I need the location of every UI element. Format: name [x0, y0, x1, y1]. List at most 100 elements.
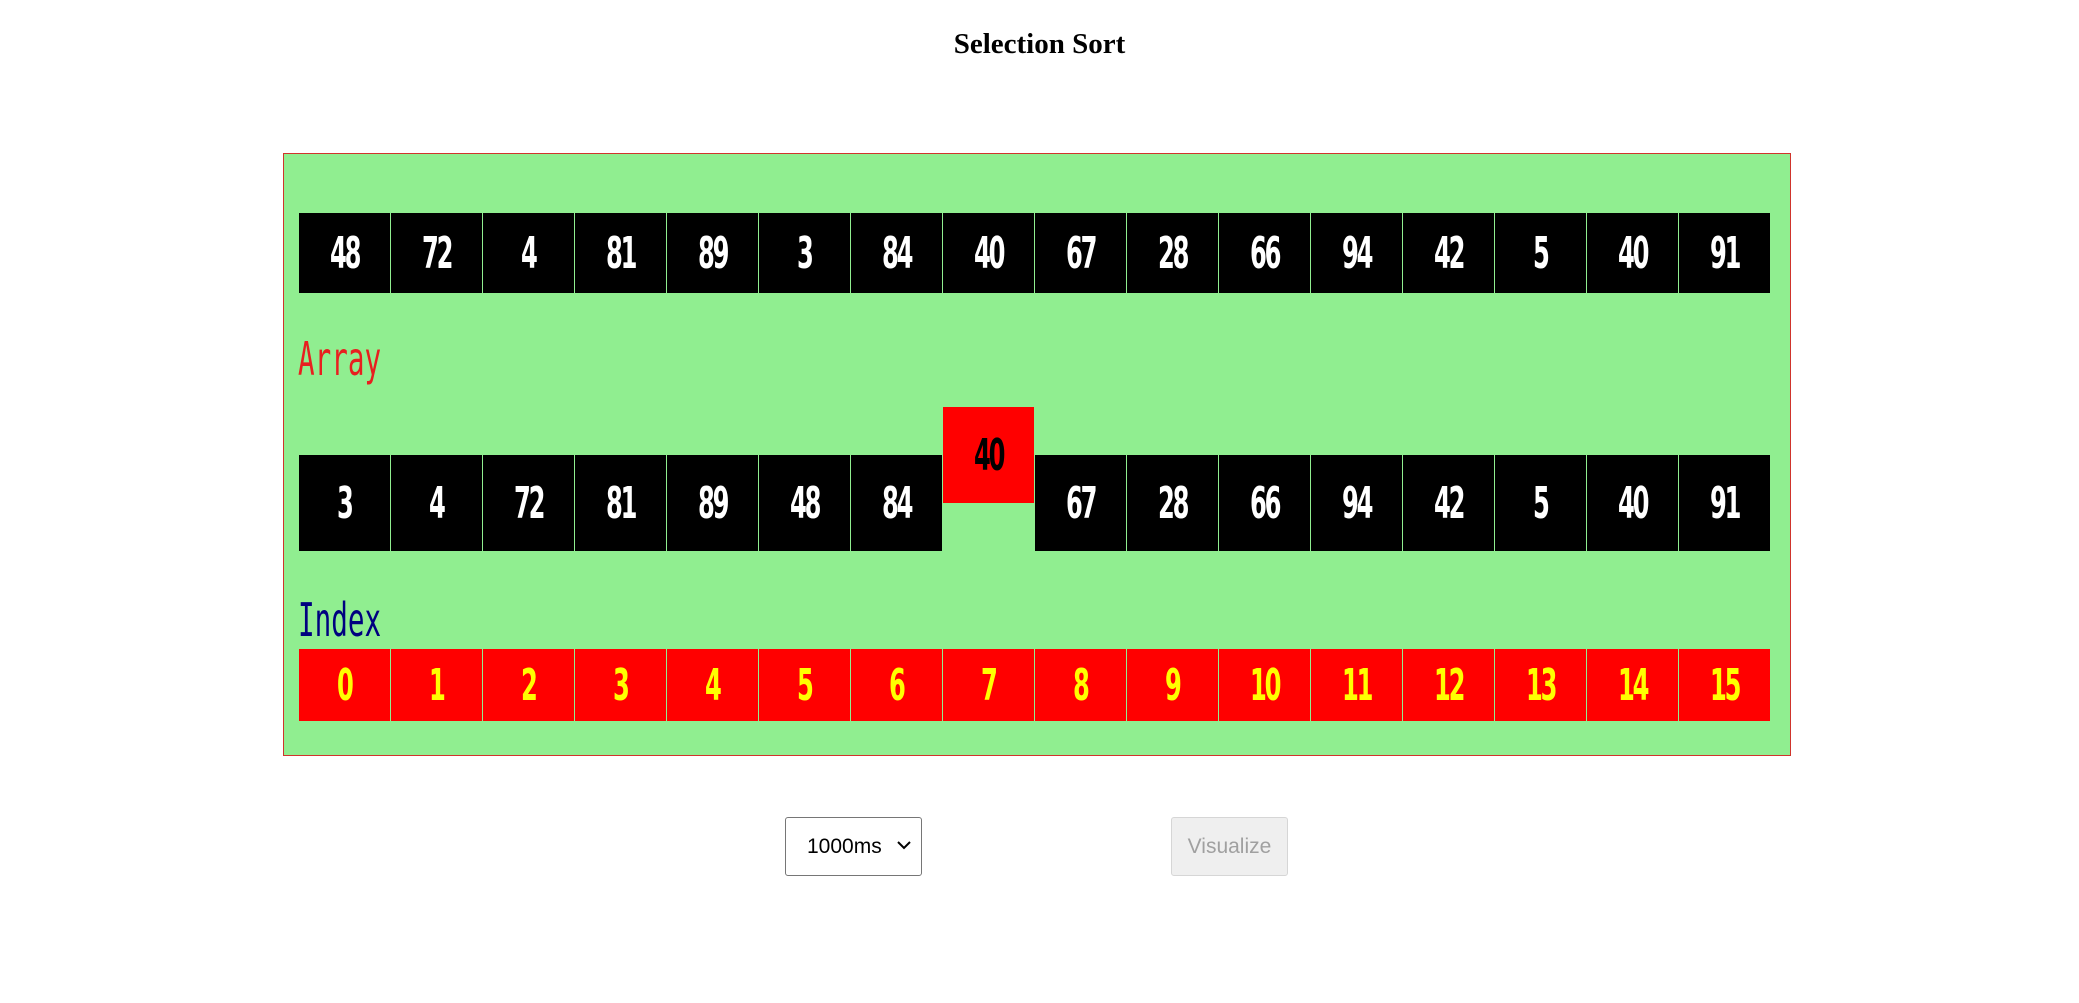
sorting-array-cell-value: 66: [1249, 477, 1281, 529]
sorting-array-cell: 4: [391, 455, 482, 551]
index-cell: 14: [1587, 649, 1678, 721]
index-cell-value: 2: [521, 659, 538, 711]
top-array-cell: 72: [391, 213, 482, 293]
chevron-down-icon: [897, 841, 911, 850]
top-array-cell-value: 40: [1617, 227, 1649, 279]
index-cell-value: 5: [797, 659, 814, 711]
sorting-array-cell-value: 40: [1617, 477, 1649, 529]
sorting-array-cell: 84: [851, 455, 942, 551]
top-array-cell-value: 40: [973, 227, 1005, 279]
index-cell: 1: [391, 649, 482, 721]
sorting-array-cell-value: 28: [1157, 477, 1189, 529]
index-cell: 8: [1035, 649, 1126, 721]
top-array-cell: 40: [1587, 213, 1678, 293]
top-array-cell-value: 5: [1533, 227, 1550, 279]
top-array-cell: 48: [299, 213, 390, 293]
top-array-cell-value: 66: [1249, 227, 1281, 279]
sorting-array-cell: 3: [299, 455, 390, 551]
top-array-cell-value: 3: [797, 227, 814, 279]
index-cell: 13: [1495, 649, 1586, 721]
top-array-cell: 94: [1311, 213, 1402, 293]
top-array-cell: 84: [851, 213, 942, 293]
top-array-cell: 5: [1495, 213, 1586, 293]
top-array-cell: 67: [1035, 213, 1126, 293]
top-array-cell: 81: [575, 213, 666, 293]
index-cell-value: 6: [889, 659, 906, 711]
index-cell-value: 12: [1433, 659, 1465, 711]
index-cell: 11: [1311, 649, 1402, 721]
sorting-array-cell-value: 5: [1533, 477, 1550, 529]
top-array-cell: 89: [667, 213, 758, 293]
sorting-array-cell-value: 72: [513, 477, 545, 529]
index-cell: 7: [943, 649, 1034, 721]
visualize-button[interactable]: Visualize: [1171, 817, 1288, 876]
sorting-array-cell-value: 81: [605, 477, 637, 529]
top-array-cell-value: 94: [1341, 227, 1373, 279]
sorting-array-cell: 40: [1587, 455, 1678, 551]
sorting-array-cell: 81: [575, 455, 666, 551]
index-cell: 5: [759, 649, 850, 721]
index-cell-value: 13: [1525, 659, 1557, 711]
index-cell: 9: [1127, 649, 1218, 721]
index-label: Index: [298, 593, 382, 647]
index-cell-value: 14: [1617, 659, 1649, 711]
index-cell: 12: [1403, 649, 1494, 721]
top-array-cell: 40: [943, 213, 1034, 293]
top-array-cell-value: 72: [421, 227, 453, 279]
page-title: Selection Sort: [953, 28, 1126, 60]
sorting-array-cell: 40: [943, 407, 1034, 503]
sorting-array-cell-value: 91: [1709, 477, 1741, 529]
top-array-cell-value: 67: [1065, 227, 1097, 279]
top-array-cell: 3: [759, 213, 850, 293]
visualization-panel: 48 72 4 81 89 3 84 40 67 28 66 94 42 5 40 91 Array 3 4 72…: [283, 153, 1791, 756]
sorting-array-cell-value: 40: [973, 429, 1005, 481]
sorting-array-cell-value: 89: [697, 477, 729, 529]
index-cell-value: 10: [1249, 659, 1281, 711]
index-cell-value: 7: [981, 659, 998, 711]
sorting-array-cell: 72: [483, 455, 574, 551]
speed-select-value: 1000ms: [807, 834, 882, 858]
index-cell: 4: [667, 649, 758, 721]
index-cell: 15: [1679, 649, 1770, 721]
sorting-array-cell-value: 67: [1065, 477, 1097, 529]
array-label: Array: [298, 332, 382, 386]
index-cell-value: 1: [429, 659, 446, 711]
index-cell-value: 9: [1165, 659, 1182, 711]
index-cell: 0: [299, 649, 390, 721]
sorting-array-cell-value: 4: [429, 477, 446, 529]
top-array-cell: 4: [483, 213, 574, 293]
index-cell: 10: [1219, 649, 1310, 721]
sorting-array-cell: 66: [1219, 455, 1310, 551]
index-cell-value: 8: [1073, 659, 1090, 711]
top-array-cell-value: 48: [329, 227, 361, 279]
top-array-cell: 42: [1403, 213, 1494, 293]
index-cell-value: 11: [1341, 659, 1373, 711]
sorting-array-cell: 5: [1495, 455, 1586, 551]
top-array-cell-value: 42: [1433, 227, 1465, 279]
sorting-array-cell: 48: [759, 455, 850, 551]
top-array-cell-value: 4: [521, 227, 538, 279]
top-array-cell-value: 81: [605, 227, 637, 279]
sorting-array-cell: 28: [1127, 455, 1218, 551]
sorting-array-cell-value: 94: [1341, 477, 1373, 529]
sorting-array-cell-value: 42: [1433, 477, 1465, 529]
sorting-array-cell: 91: [1679, 455, 1770, 551]
speed-select[interactable]: 1000ms: [785, 817, 922, 876]
top-array-cell: 66: [1219, 213, 1310, 293]
index-cell-value: 0: [337, 659, 354, 711]
sorting-array-cell: 42: [1403, 455, 1494, 551]
index-cell: 2: [483, 649, 574, 721]
index-cell: 6: [851, 649, 942, 721]
index-cell: 3: [575, 649, 666, 721]
top-array-cell-value: 84: [881, 227, 913, 279]
sorting-array-cell: 89: [667, 455, 758, 551]
index-cell-value: 3: [613, 659, 630, 711]
sorting-array-cell: 67: [1035, 455, 1126, 551]
sorting-array-cell: 94: [1311, 455, 1402, 551]
top-array-cell-value: 28: [1157, 227, 1189, 279]
top-array-cell-value: 89: [697, 227, 729, 279]
sorting-array-cell-value: 84: [881, 477, 913, 529]
index-cell-value: 4: [705, 659, 722, 711]
sorting-array-cell-value: 48: [789, 477, 821, 529]
index-cell-value: 15: [1709, 659, 1741, 711]
